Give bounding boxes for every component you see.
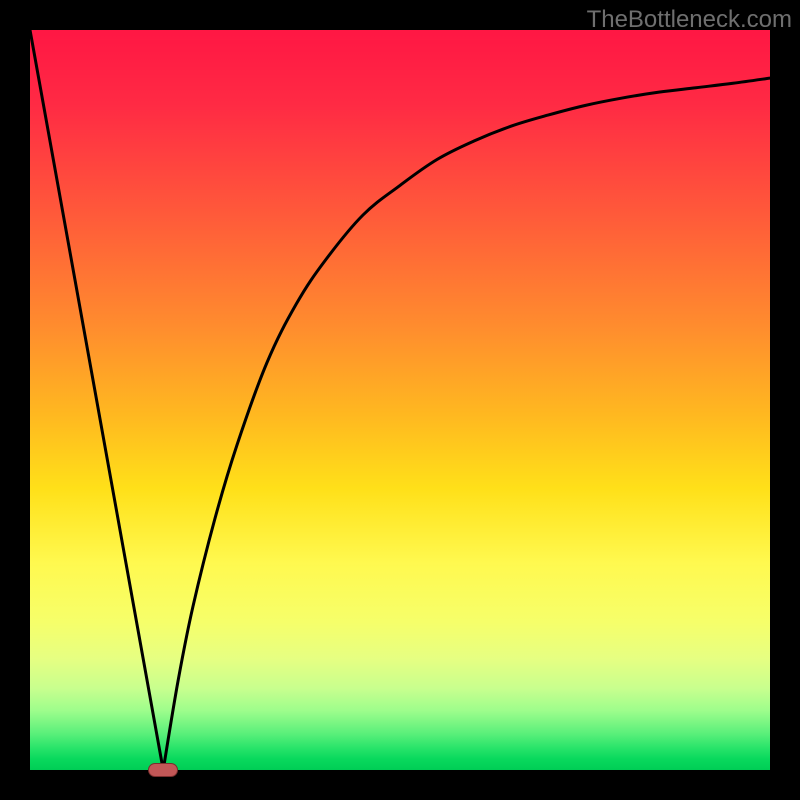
curve-path bbox=[30, 30, 770, 770]
plot-area bbox=[30, 30, 770, 770]
bottleneck-curve bbox=[30, 30, 770, 770]
chart-frame: TheBottleneck.com bbox=[0, 0, 800, 800]
optimal-marker bbox=[148, 763, 178, 777]
attribution-text: TheBottleneck.com bbox=[587, 6, 792, 34]
